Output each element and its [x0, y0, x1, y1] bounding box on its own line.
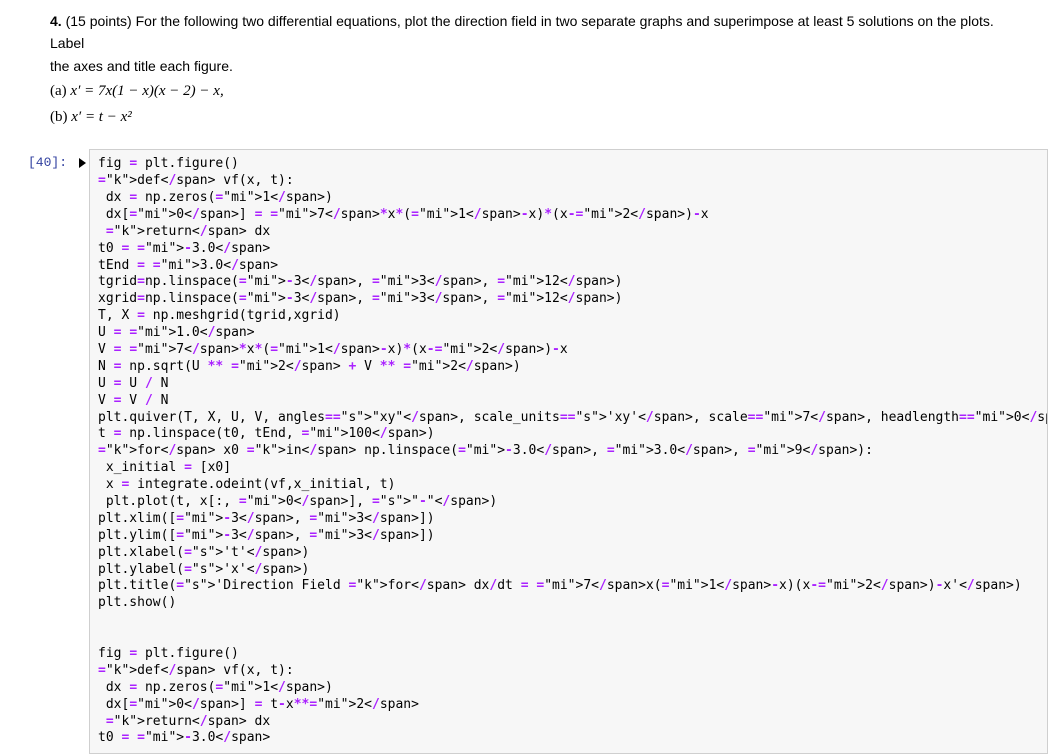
- problem-body-2: the axes and title each figure.: [50, 55, 1008, 77]
- equation-a: (a) x′ = 7x(1 − x)(x − 2) − x,: [50, 79, 1008, 103]
- equation-b: (b) x′ = t − x²: [50, 105, 1008, 129]
- part-a-label: (a): [50, 83, 67, 99]
- part-b-equation: x′ = t − x²: [71, 109, 132, 125]
- code-cell-row: [40]: fig = plt.figure() ="k">def</span>…: [0, 149, 1058, 754]
- play-icon: [79, 158, 86, 168]
- problem-text: 4. (15 points) For the following two dif…: [0, 0, 1058, 149]
- problem-number: 4.: [50, 13, 62, 29]
- problem-body-1: For the following two differential equat…: [50, 13, 994, 51]
- run-cell-button[interactable]: [75, 149, 89, 168]
- cell-prompt: [40]:: [0, 149, 75, 170]
- code-input-area[interactable]: fig = plt.figure() ="k">def</span> vf(x,…: [89, 149, 1048, 754]
- problem-points: (15 points): [66, 13, 132, 29]
- part-a-equation: x′ = 7x(1 − x)(x − 2) − x,: [70, 83, 223, 99]
- problem-statement: 4. (15 points) For the following two dif…: [50, 10, 1008, 55]
- part-b-label: (b): [50, 109, 68, 125]
